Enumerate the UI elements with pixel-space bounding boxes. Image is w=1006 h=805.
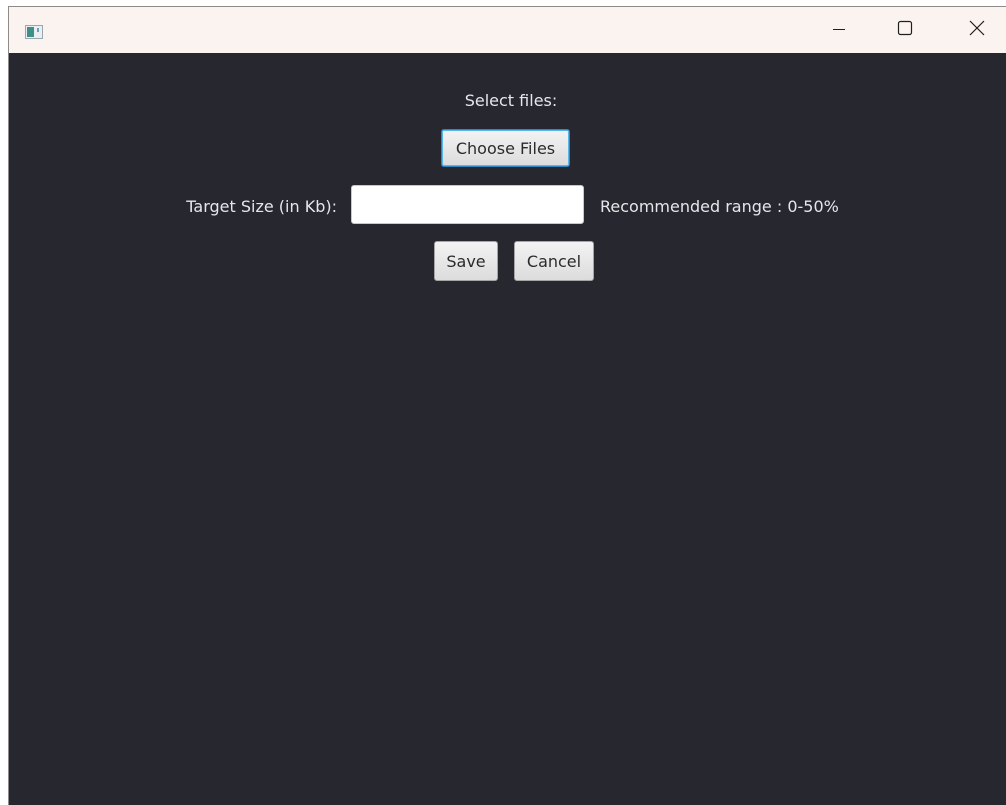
app-icon bbox=[25, 24, 43, 39]
maximize-button[interactable] bbox=[875, 7, 935, 53]
close-button[interactable] bbox=[947, 7, 1006, 53]
app-window: Select files: Choose Files Target Size (… bbox=[8, 6, 1006, 805]
save-button[interactable]: Save bbox=[434, 241, 498, 281]
select-files-label: Select files: bbox=[464, 91, 558, 110]
maximize-icon bbox=[897, 20, 913, 40]
minimize-icon bbox=[832, 21, 846, 40]
close-icon bbox=[969, 20, 985, 40]
recommended-range-label: Recommended range : 0-50% bbox=[600, 197, 839, 216]
cancel-button[interactable]: Cancel bbox=[514, 241, 594, 281]
main-content: Select files: Choose Files Target Size (… bbox=[9, 53, 1006, 805]
minimize-button[interactable] bbox=[809, 7, 869, 53]
choose-files-button[interactable]: Choose Files bbox=[441, 129, 570, 167]
target-size-label: Target Size (in Kb): bbox=[186, 197, 337, 216]
title-bar[interactable] bbox=[9, 7, 1006, 53]
target-size-input[interactable] bbox=[351, 185, 584, 224]
